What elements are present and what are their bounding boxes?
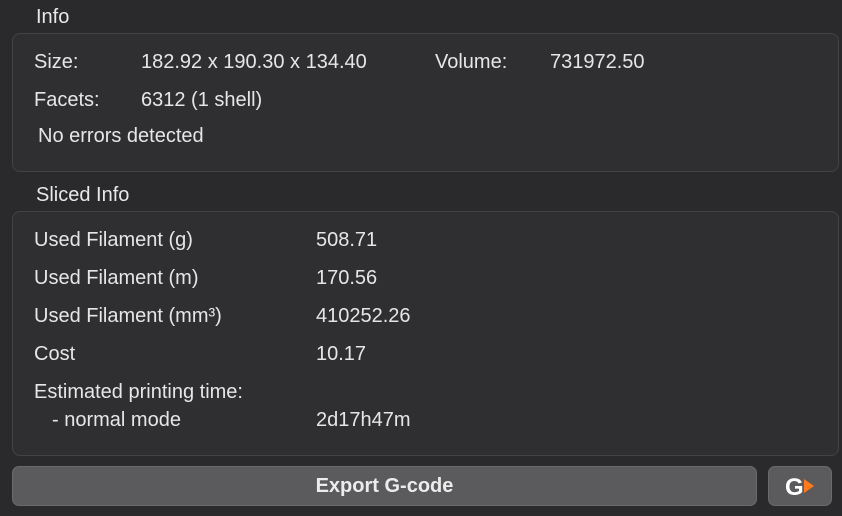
used-filament-mm3-label: Used Filament (mm³): [34, 305, 222, 327]
size-value: 182.92 x 190.30 x 134.40: [141, 51, 367, 73]
send-gcode-icon: G: [785, 474, 814, 499]
normal-mode-label: - normal mode: [52, 409, 181, 431]
info-group-box: Size: 182.92 x 190.30 x 134.40 Volume: 7…: [12, 33, 839, 172]
volume-label: Volume:: [435, 51, 508, 73]
send-gcode-button[interactable]: G: [768, 466, 832, 506]
facets-value: 6312 (1 shell): [141, 89, 263, 111]
export-gcode-button-label: Export G-code: [315, 474, 454, 497]
facets-label: Facets:: [34, 89, 100, 111]
used-filament-g-label: Used Filament (g): [34, 229, 193, 251]
used-filament-g-value: 508.71: [316, 229, 378, 251]
cost-label: Cost: [34, 343, 76, 365]
normal-mode-time-value: 2d17h47m: [316, 409, 411, 431]
svg-text:G: G: [785, 474, 804, 499]
object-info-panel: Info Size: 182.92 x 190.30 x 134.40 Volu…: [0, 0, 842, 516]
used-filament-mm3-value: 410252.26: [316, 305, 411, 327]
cost-value: 10.17: [316, 343, 367, 365]
size-label: Size:: [34, 51, 79, 73]
info-section-title: Info: [36, 6, 70, 28]
export-gcode-button[interactable]: Export G-code: [12, 466, 757, 506]
volume-value: 731972.50: [550, 51, 645, 73]
used-filament-m-label: Used Filament (m): [34, 267, 199, 289]
errors-status-text: No errors detected: [38, 125, 204, 147]
estimated-time-label: Estimated printing time:: [34, 381, 243, 403]
sliced-info-section-title: Sliced Info: [36, 184, 130, 206]
sliced-info-group-box: Used Filament (g) 508.71 Used Filament (…: [12, 211, 839, 456]
used-filament-m-value: 170.56: [316, 267, 378, 289]
